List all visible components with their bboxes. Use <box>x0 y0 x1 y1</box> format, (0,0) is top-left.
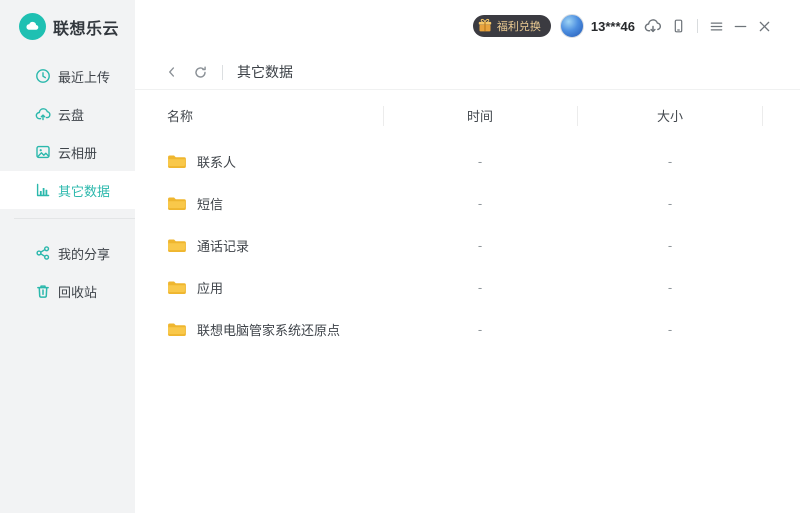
sidebar-item-label: 我的分享 <box>58 244 110 263</box>
file-table: 名称 时间 大小 联系人 - - <box>135 91 800 513</box>
table-row-contacts[interactable]: 联系人 - - <box>135 140 800 182</box>
file-size: - <box>577 238 763 253</box>
user-avatar[interactable] <box>560 14 584 38</box>
sidebar-item-label: 回收站 <box>58 282 97 301</box>
sidebar-nav: 最近上传 云盘 云相册 其它数据 <box>0 57 135 310</box>
sidebar-item-other-data[interactable]: 其它数据 <box>0 171 135 209</box>
file-size: - <box>577 280 763 295</box>
file-time: - <box>383 322 577 337</box>
promo-badge[interactable]: 福利兑换 <box>473 15 551 37</box>
file-size: - <box>577 196 763 211</box>
file-name: 应用 <box>197 278 223 297</box>
file-name: 通话记录 <box>197 236 249 255</box>
clock-icon <box>35 68 51 84</box>
table-row-apps[interactable]: 应用 - - <box>135 266 800 308</box>
toolbar-divider <box>222 65 223 80</box>
folder-icon <box>167 196 186 211</box>
current-folder-title: 其它数据 <box>237 62 293 82</box>
minimize-icon[interactable] <box>733 19 748 34</box>
titlebar-divider <box>697 19 698 33</box>
device-icon[interactable] <box>671 18 686 34</box>
share-icon <box>35 245 51 261</box>
table-header: 名称 时间 大小 <box>135 91 800 140</box>
sidebar-item-recycle-bin[interactable]: 回收站 <box>0 272 135 310</box>
sidebar-item-label: 云相册 <box>58 143 97 162</box>
gift-icon <box>477 18 493 34</box>
sidebar-group-secondary: 我的分享 回收站 <box>0 234 135 310</box>
sidebar-item-label: 最近上传 <box>58 67 110 86</box>
file-size: - <box>577 322 763 337</box>
sidebar-item-my-shares[interactable]: 我的分享 <box>0 234 135 272</box>
folder-icon <box>167 322 186 337</box>
promo-badge-label: 福利兑换 <box>497 18 541 34</box>
titlebar: 福利兑换 13***46 <box>135 0 800 52</box>
sidebar-item-recent-uploads[interactable]: 最近上传 <box>0 57 135 95</box>
cloud-upload-icon <box>35 106 51 122</box>
bar-chart-icon <box>35 182 51 198</box>
cloud-logo-icon <box>19 13 46 40</box>
table-row-call-logs[interactable]: 通话记录 - - <box>135 224 800 266</box>
file-name: 联想电脑管家系统还原点 <box>197 320 340 339</box>
app-window: 联想乐云 最近上传 云盘 云相册 <box>0 0 800 513</box>
sidebar: 联想乐云 最近上传 云盘 云相册 <box>0 0 135 513</box>
close-icon[interactable] <box>757 19 772 34</box>
breadcrumb-toolbar: 其它数据 <box>135 55 800 90</box>
app-logo: 联想乐云 <box>19 13 119 40</box>
file-name: 联系人 <box>197 152 236 171</box>
folder-icon <box>167 238 186 253</box>
file-time: - <box>383 280 577 295</box>
column-header-time[interactable]: 时间 <box>383 106 577 125</box>
file-time: - <box>383 154 577 169</box>
column-header-size[interactable]: 大小 <box>577 106 763 125</box>
column-header-name[interactable]: 名称 <box>135 106 383 125</box>
photos-icon <box>35 144 51 160</box>
refresh-button[interactable] <box>193 65 208 80</box>
sidebar-divider <box>14 218 135 219</box>
sidebar-item-label: 云盘 <box>58 105 84 124</box>
file-size: - <box>577 154 763 169</box>
menu-icon[interactable] <box>709 19 724 34</box>
sidebar-item-cloud-album[interactable]: 云相册 <box>0 133 135 171</box>
main-area: 福利兑换 13***46 <box>135 0 800 513</box>
app-title: 联想乐云 <box>53 15 119 39</box>
transfer-list-icon[interactable] <box>644 17 662 35</box>
table-row-sms[interactable]: 短信 - - <box>135 182 800 224</box>
file-name: 短信 <box>197 194 223 213</box>
back-button[interactable] <box>165 65 179 79</box>
folder-icon <box>167 280 186 295</box>
file-time: - <box>383 238 577 253</box>
sidebar-item-cloud-disk[interactable]: 云盘 <box>0 95 135 133</box>
folder-icon <box>167 154 186 169</box>
file-time: - <box>383 196 577 211</box>
sidebar-item-label: 其它数据 <box>58 181 110 200</box>
table-row-restore-point[interactable]: 联想电脑管家系统还原点 - - <box>135 308 800 350</box>
username: 13***46 <box>591 19 635 34</box>
trash-icon <box>35 283 51 299</box>
